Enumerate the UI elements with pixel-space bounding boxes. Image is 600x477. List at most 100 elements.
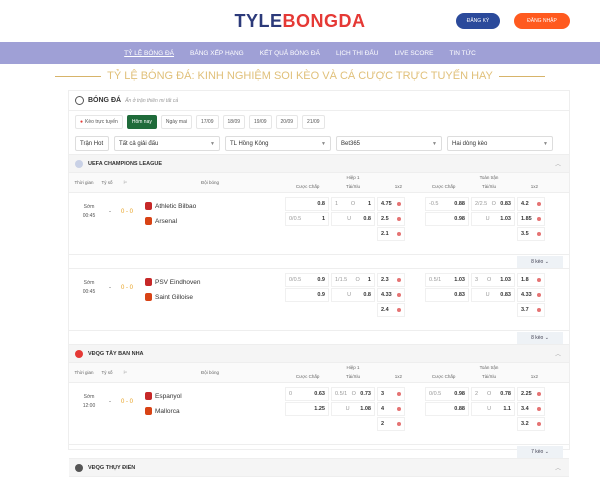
more-odds-button[interactable]: 8 kèo ⌄ bbox=[517, 256, 563, 268]
handicap-cell[interactable]: 0.98 bbox=[425, 212, 469, 226]
tab-date[interactable]: 17/09 bbox=[195, 115, 219, 129]
1x2-cell[interactable]: 3.2 bbox=[517, 417, 545, 431]
1x2-cell[interactable]: 2.25 bbox=[517, 387, 545, 401]
1x2-cell[interactable]: 4.2 bbox=[517, 197, 545, 211]
handicap-cell[interactable]: 0.9 bbox=[285, 288, 329, 302]
1x2-cell[interactable]: 4.75 bbox=[377, 197, 405, 211]
tab-tomorrow[interactable]: Ngày mai bbox=[160, 115, 192, 129]
league-header[interactable]: VĐQG TÂY BAN NHA ︿ bbox=[69, 345, 569, 363]
handicap-cell[interactable]: 1.25 bbox=[285, 402, 329, 416]
handicap-cell[interactable]: 0.88 bbox=[425, 402, 469, 416]
chevron-up-icon[interactable]: ︿ bbox=[555, 159, 561, 168]
ou-side: O bbox=[491, 201, 496, 207]
odds-row: 3.7 bbox=[425, 303, 545, 317]
tab-date[interactable]: 20/09 bbox=[275, 115, 299, 129]
1x2-cell[interactable]: 3.5 bbox=[517, 227, 545, 241]
1x2-cell[interactable]: 2 bbox=[377, 417, 405, 431]
login-button[interactable]: ĐĂNG NHẬP bbox=[514, 13, 570, 29]
1x2-cell[interactable]: 2.3 bbox=[377, 273, 405, 287]
col-group-sub: Cược Chấp Tài/Xỉu 1x2 bbox=[285, 372, 421, 382]
handicap-line: 0/0.5 bbox=[289, 277, 302, 283]
trend-icon bbox=[537, 217, 541, 221]
more-odds-button[interactable]: 7 kèo ⌄ bbox=[517, 446, 563, 458]
1x2-cell[interactable]: 4.33 bbox=[517, 288, 545, 302]
1x2-cell[interactable]: 2.4 bbox=[377, 303, 405, 317]
odds-format-value: TL Hồng Kông bbox=[230, 140, 269, 147]
bookmaker-select[interactable]: Bet365 ▼ bbox=[336, 136, 442, 151]
home-team[interactable]: Athletic Bilbao bbox=[145, 202, 196, 210]
nav-ty-le[interactable]: TỶ LỆ BÓNG ĐÁ bbox=[124, 50, 174, 57]
handicap-cell[interactable]: 0.5/1 1.03 bbox=[425, 273, 469, 287]
more-bar: 7 kèo ⌄ bbox=[69, 445, 569, 459]
ou-odds: 1.03 bbox=[500, 277, 511, 283]
handicap-cell[interactable]: 0/0.5 0.9 bbox=[285, 273, 329, 287]
register-button[interactable]: ĐĂNG KÝ bbox=[456, 13, 500, 29]
col-ou: Tài/Xỉu bbox=[481, 184, 496, 190]
over-under-cell[interactable]: U 1.08 bbox=[331, 402, 375, 416]
nav-lich-thi-dau[interactable]: LỊCH THI ĐẤU bbox=[336, 50, 379, 57]
over-under-cell[interactable]: 3 O 1.03 bbox=[471, 273, 515, 287]
match-status: Sớm 00:45 bbox=[75, 203, 103, 221]
tab-today[interactable]: Hôm nay bbox=[126, 115, 157, 129]
1x2-cell[interactable]: 1.8 bbox=[517, 273, 545, 287]
odds-format-select[interactable]: TL Hồng Kông ▼ bbox=[225, 136, 331, 151]
trend-icon bbox=[397, 422, 401, 426]
over-under-cell[interactable]: 0.5/1 O 0.73 bbox=[331, 387, 375, 401]
odds-row: 0.8 1 O 1 4.75 bbox=[285, 197, 405, 211]
nav-live-score[interactable]: LIVE SCORE bbox=[394, 50, 433, 57]
over-under-cell[interactable]: U 0.8 bbox=[331, 212, 375, 226]
chevron-up-icon[interactable]: ︿ bbox=[555, 349, 561, 358]
away-team[interactable]: Arsenal bbox=[145, 217, 177, 225]
hot-matches-toggle[interactable]: Trận Hot bbox=[75, 136, 109, 151]
nav-bang-xep-hang[interactable]: BẢNG XẾP HẠNG bbox=[190, 50, 244, 57]
tab-date[interactable]: 19/09 bbox=[249, 115, 272, 129]
line-type-select[interactable]: Hai dòng kèo ▼ bbox=[447, 136, 553, 151]
1x2-cell[interactable]: 2.1 bbox=[377, 227, 405, 241]
1x2-odds: 2.4 bbox=[381, 307, 389, 313]
nav-ket-qua[interactable]: KẾT QUẢ BÓNG ĐÁ bbox=[260, 50, 320, 57]
1x2-cell[interactable]: 2.5 bbox=[377, 212, 405, 226]
over-under-cell[interactable]: 2/2.5 O 0.83 bbox=[471, 197, 515, 211]
away-team[interactable]: Mallorca bbox=[145, 407, 180, 415]
home-team[interactable]: Espanyol bbox=[145, 392, 182, 400]
tab-date[interactable]: 18/09 bbox=[222, 115, 246, 129]
chevron-up-icon[interactable]: ︿ bbox=[555, 463, 561, 472]
over-under-cell[interactable]: U 1.03 bbox=[471, 212, 515, 226]
handicap-cell[interactable]: 0.83 bbox=[425, 288, 469, 302]
1x2-cell[interactable]: 1.85 bbox=[517, 212, 545, 226]
1x2-cell[interactable]: 3 bbox=[377, 387, 405, 401]
1x2-cell[interactable]: 3.7 bbox=[517, 303, 545, 317]
trend-icon bbox=[537, 407, 541, 411]
handicap-cell[interactable]: -0.5 0.88 bbox=[425, 197, 469, 211]
over-under-cell[interactable]: U 1.1 bbox=[471, 402, 515, 416]
over-under-cell[interactable]: 2 O 0.78 bbox=[471, 387, 515, 401]
match-row[interactable]: Sớm 12:00-0 - 0 Espanyol Mallorca 0 0.63 0.5/1… bbox=[69, 383, 569, 445]
handicap-cell[interactable]: 0 0.63 bbox=[285, 387, 329, 401]
league-header[interactable]: VĐQG THỤY ĐIỂN ︿ bbox=[69, 459, 569, 477]
1x2-cell[interactable]: 4 bbox=[377, 402, 405, 416]
over-under-cell[interactable]: U 0.8 bbox=[331, 288, 375, 302]
league-header[interactable]: UEFA CHAMPIONS LEAGUE ︿ bbox=[69, 155, 569, 173]
1x2-odds: 4.2 bbox=[521, 201, 529, 207]
more-odds-button[interactable]: 8 kèo ⌄ bbox=[517, 332, 563, 344]
tab-date[interactable]: 21/09 bbox=[302, 115, 325, 129]
match-row[interactable]: Sớm 00:45 - 0 - 0 PSV Eindhoven Saint Gillois… bbox=[69, 269, 569, 331]
over-under-cell[interactable]: U 0.83 bbox=[471, 288, 515, 302]
col-group-title: Hiệp 1 bbox=[346, 364, 360, 370]
tab-live[interactable]: ● Kèo trực tuyến bbox=[75, 115, 123, 129]
home-team[interactable]: PSV Eindhoven bbox=[145, 278, 201, 286]
handicap-cell[interactable]: 0/0.5 1 bbox=[285, 212, 329, 226]
1x2-cell[interactable]: 4.33 bbox=[377, 288, 405, 302]
away-team[interactable]: Saint Gilloise bbox=[145, 293, 193, 301]
home-crest-icon bbox=[145, 278, 152, 286]
over-under-cell[interactable]: 1 O 1 bbox=[331, 197, 375, 211]
handicap-cell[interactable]: 0/0.5 0.98 bbox=[425, 387, 469, 401]
1x2-cell[interactable]: 3.4 bbox=[517, 402, 545, 416]
nav-tin-tuc[interactable]: TIN TỨC bbox=[449, 50, 475, 57]
over-under-cell[interactable]: 1/1.5 O 1 bbox=[331, 273, 375, 287]
league-select[interactable]: Tất cả giải đấu ▼ bbox=[114, 136, 220, 151]
match-row[interactable]: Sớm 00:45 - 0 - 0 Athletic Bilbao Arsenal 0.8 1… bbox=[69, 193, 569, 255]
trend-icon bbox=[397, 202, 401, 206]
handicap-cell[interactable]: 0.8 bbox=[285, 197, 329, 211]
site-logo[interactable]: TYLEBONGDA bbox=[234, 11, 365, 32]
